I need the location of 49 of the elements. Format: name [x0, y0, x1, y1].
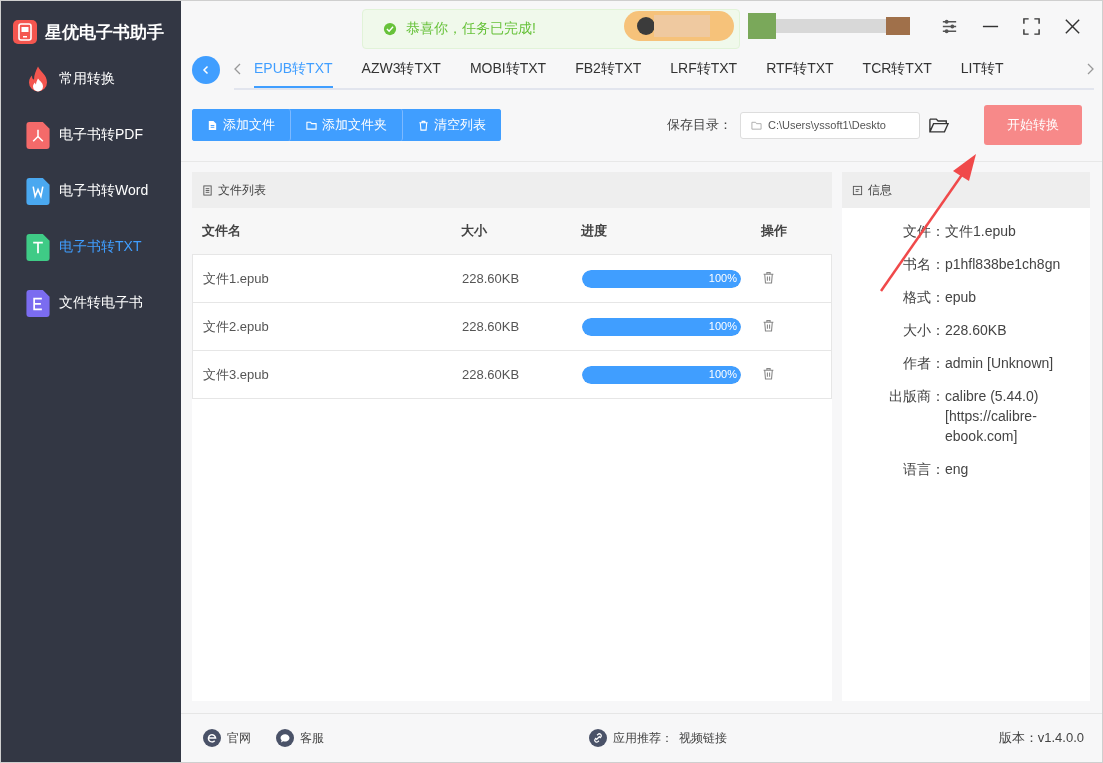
column-header: 大小	[461, 222, 488, 240]
field-label: 格式：	[902, 288, 945, 307]
sidebar-item[interactable]: 常用转换	[1, 51, 181, 107]
save-dir-label: 保存目录：	[667, 116, 732, 134]
toast-message: 恭喜你，任务已完成!	[406, 20, 536, 38]
column-header: 操作	[761, 222, 788, 240]
field-value: p1hfl838be1ch8gn	[945, 255, 1062, 274]
table-cell-text: 文件2.epub	[203, 317, 270, 336]
table-cell-text: 文件1.epub	[203, 269, 270, 288]
table-cell-text: 228.60KB	[462, 271, 521, 286]
field-label: 作者：	[902, 354, 945, 373]
video-link[interactable]: 视频链接	[679, 729, 727, 747]
column-header: 文件名	[202, 222, 242, 240]
footer-link[interactable]: 官网	[227, 729, 251, 747]
panel-title: 信息	[868, 181, 892, 199]
field-value: 228.60KB	[945, 321, 1008, 340]
table-cell-text: 228.60KB	[462, 319, 521, 334]
tab[interactable]: RTF转TXT	[766, 50, 834, 88]
tab[interactable]: FB2转TXT	[575, 50, 642, 88]
field-value: admin [Unknown]	[945, 354, 1055, 373]
field-value: epub	[945, 288, 978, 307]
table-cell-text: 文件3.epub	[203, 365, 270, 384]
tab[interactable]: LIT转T	[960, 50, 1004, 88]
recommend-label: 应用推荐：	[613, 729, 673, 747]
field-value: 文件1.epub	[945, 222, 1017, 241]
save-dir-field[interactable]: C:\Users\yssoft1\Deskto	[740, 111, 920, 139]
field-value: calibre (5.44.0) [https://calibre-ebook.com]	[945, 387, 1040, 446]
field-label: 书名：	[902, 255, 945, 274]
footer-link[interactable]: 客服	[300, 729, 324, 747]
app-title: 星优电子书助手	[45, 21, 164, 44]
field-label: 出版商：	[888, 387, 945, 406]
field-value: eng	[945, 460, 970, 479]
panel-title: 文件列表	[218, 181, 266, 199]
progress-reading: 100%	[708, 367, 737, 380]
tab[interactable]: TCR转TXT	[862, 50, 932, 88]
sidebar-item[interactable]: 电子书转PDF	[1, 107, 181, 163]
tab[interactable]: LRF转TXT	[670, 50, 738, 88]
tab[interactable]: MOBI转TXT	[469, 50, 547, 88]
progress-reading: 100%	[708, 271, 737, 284]
progress-reading: 100%	[708, 319, 737, 332]
field-label: 大小：	[902, 321, 945, 340]
field-label: 语言：	[902, 460, 945, 479]
sidebar-item[interactable]: 电子书转TXT	[1, 219, 181, 275]
table-cell-text: 228.60KB	[462, 367, 521, 382]
sidebar-item[interactable]: 电子书转Word	[1, 163, 181, 219]
column-header: 进度	[581, 222, 608, 240]
sidebar-item[interactable]: 文件转电子书	[1, 275, 181, 331]
tab[interactable]: AZW3转TXT	[361, 50, 441, 88]
version-text: 版本：v1.4.0.0	[998, 729, 1084, 747]
